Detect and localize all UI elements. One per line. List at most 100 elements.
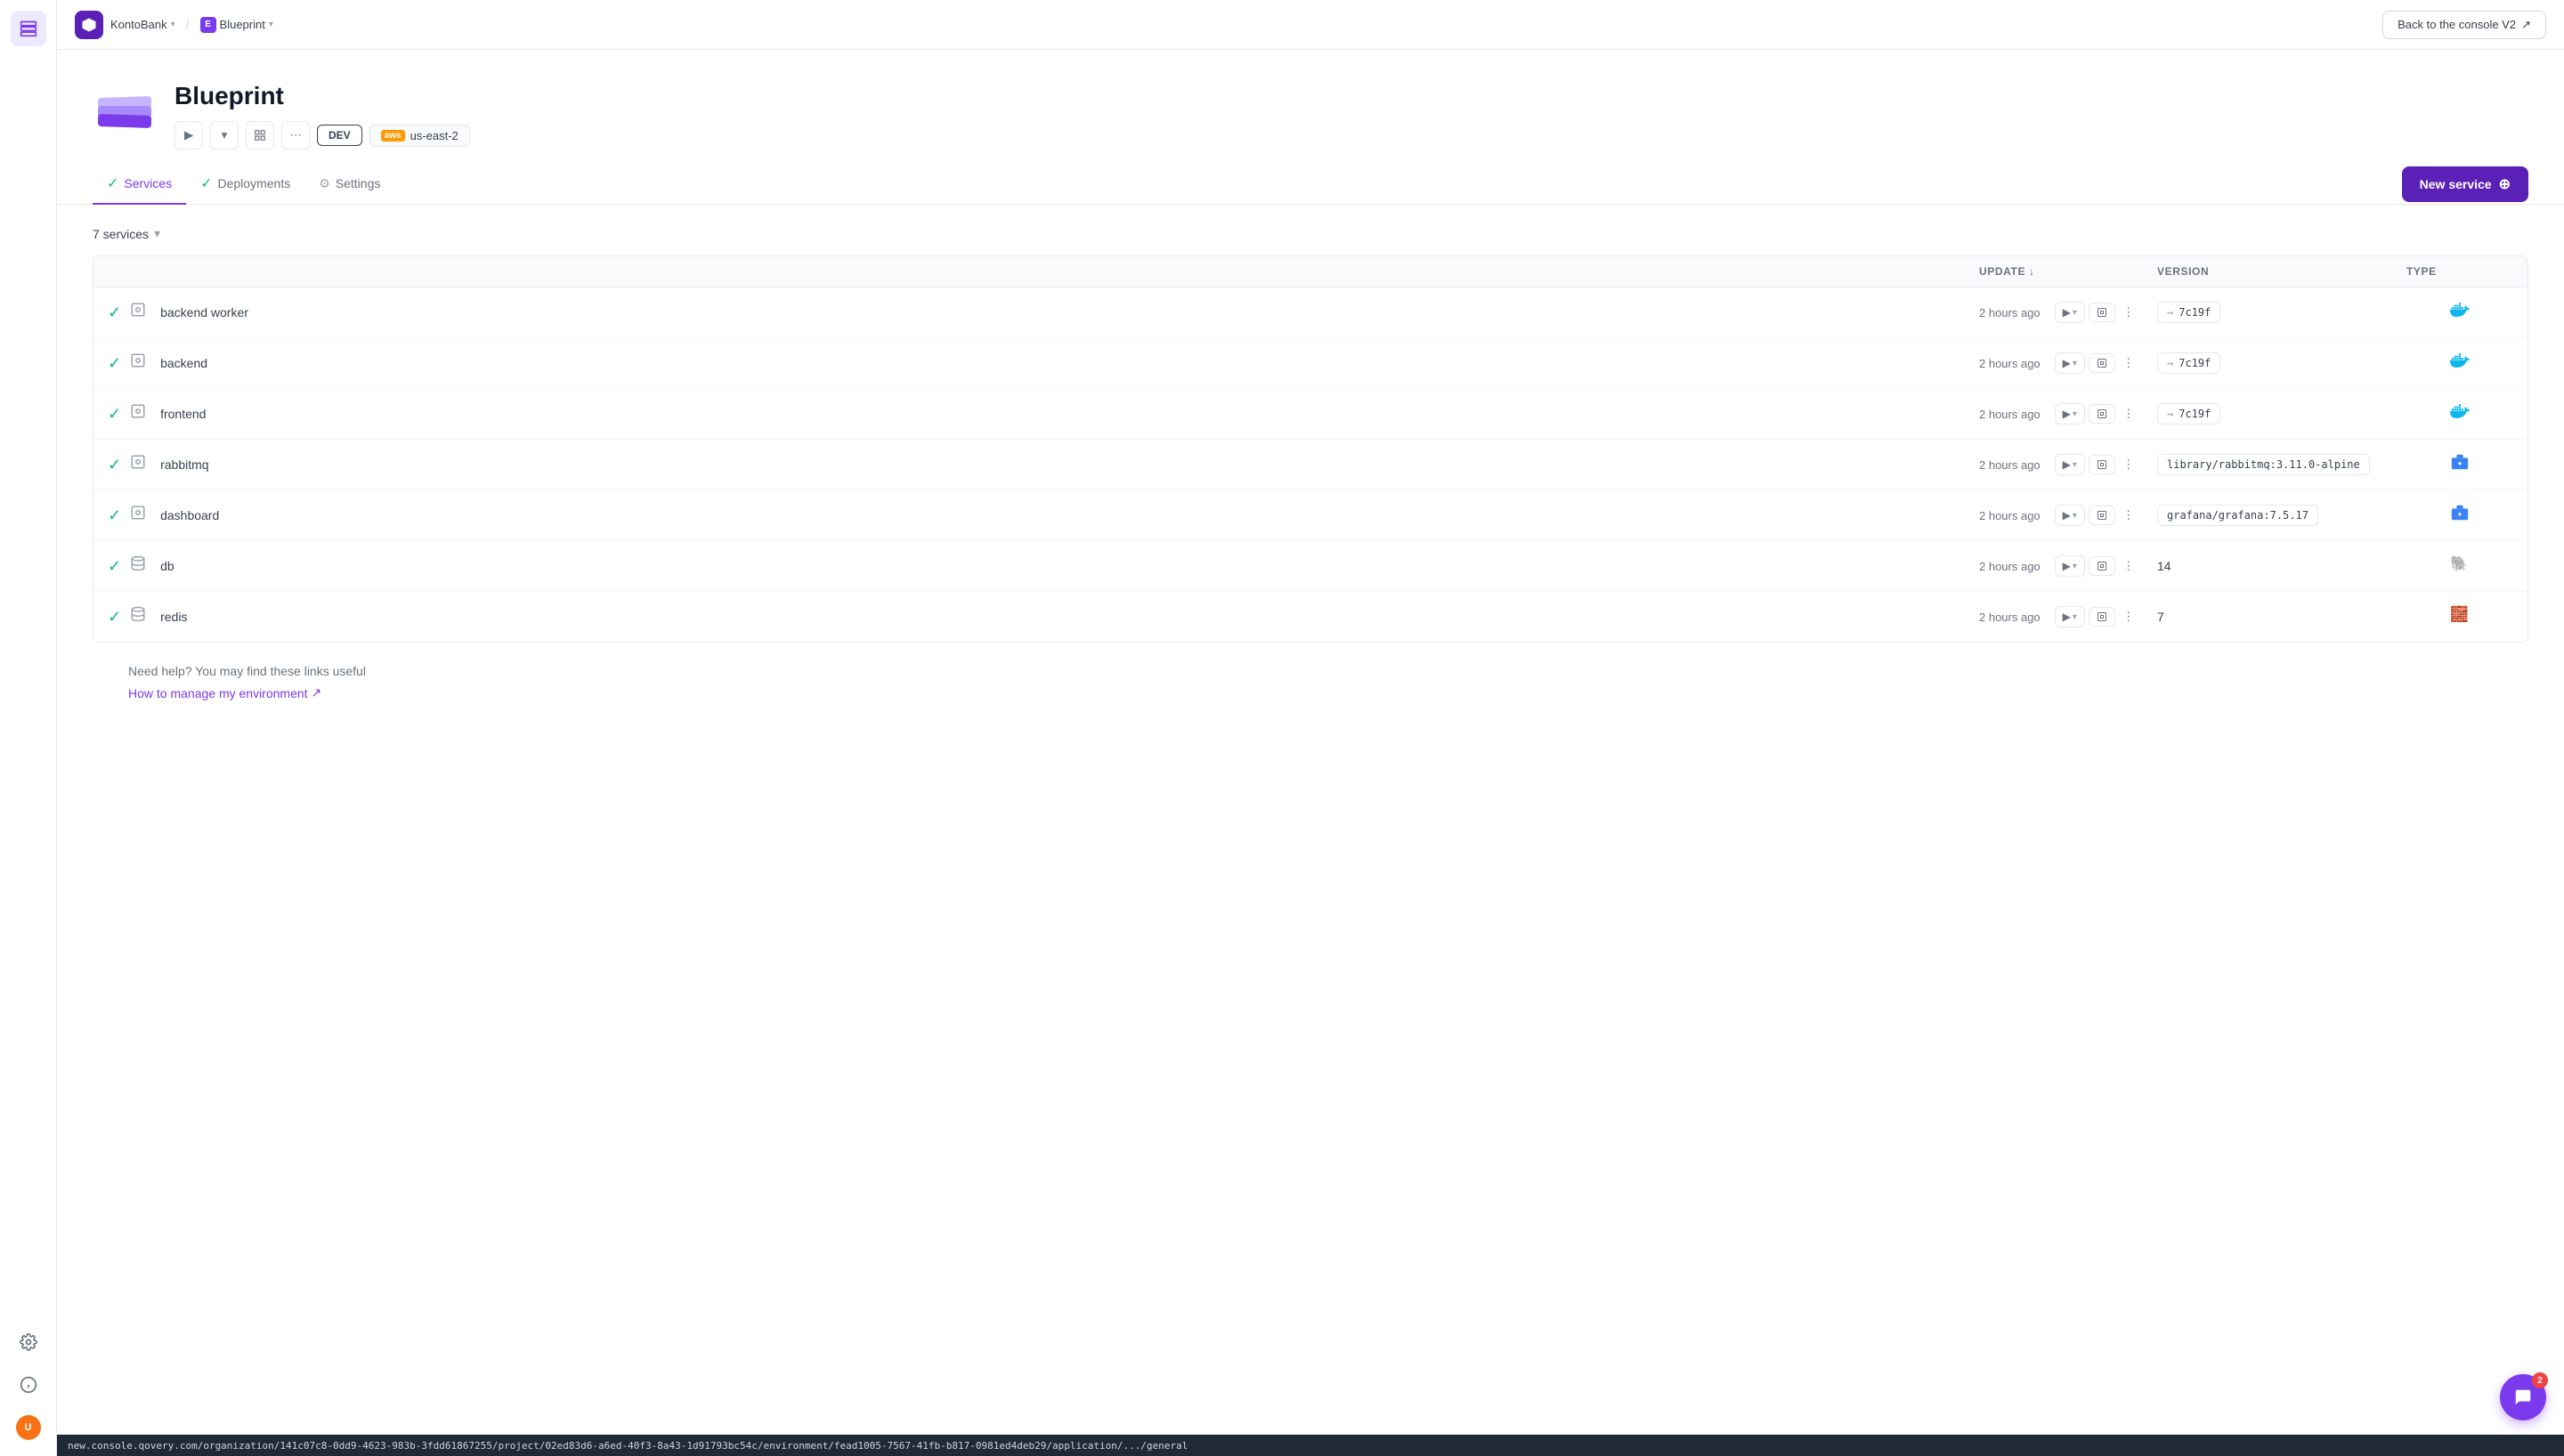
org-name: KontoBank [110, 18, 167, 31]
run-button[interactable]: ▶ ▾ [2055, 454, 2085, 475]
status-bar: new.console.qovery.com/organization/141c… [57, 1435, 2564, 1456]
table-row: ✓ frontend 2 hours ago ▶ ▾ ⋮ ⇝7c19f [93, 389, 2527, 440]
table-row: ✓ rabbitmq 2 hours ago ▶ ▾ ⋮ library/rab… [93, 440, 2527, 490]
version-cell: 7 [2157, 610, 2406, 624]
version-cell: ⇝7c19f [2157, 302, 2406, 323]
more-options-row-button[interactable]: ⋮ [2119, 352, 2138, 374]
project-controls: ▶ ▾ ⋯ DEV aws us-east-2 [174, 121, 470, 150]
run-button[interactable]: ▶ ▾ [2055, 555, 2085, 577]
env-breadcrumb[interactable]: E Blueprint ▾ [200, 17, 273, 33]
version-number: 14 [2157, 559, 2171, 573]
more-options-button[interactable]: ⋯ [281, 121, 310, 150]
env-tag: DEV [317, 125, 362, 146]
more-options-row-button[interactable]: ⋮ [2119, 606, 2138, 627]
status-url: new.console.qovery.com/organization/141c… [68, 1440, 1188, 1452]
external-link-icon: ↗ [2521, 18, 2531, 32]
version-cell: library/rabbitmq:3.11.0-alpine [2157, 454, 2406, 475]
action-buttons: ▶ ▾ ⋮ [2055, 454, 2138, 475]
tab-services[interactable]: ✓ Services [93, 164, 186, 205]
more-options-row-button[interactable]: ⋮ [2119, 403, 2138, 425]
back-to-console-button[interactable]: Back to the console V2 ↗ [2382, 11, 2546, 39]
app-logo[interactable] [75, 11, 103, 39]
sidebar-item-services[interactable] [11, 11, 46, 46]
chat-button[interactable]: 2 [2500, 1374, 2546, 1420]
service-type-badge [2450, 452, 2470, 477]
tab-deployments-label: Deployments [218, 176, 291, 190]
deploy-button[interactable] [2089, 404, 2115, 424]
region-tag: aws us-east-2 [369, 125, 470, 147]
header-version: Version [2157, 265, 2406, 278]
service-type-badge [2450, 503, 2470, 528]
list-view-button[interactable] [246, 121, 274, 150]
update-time: 2 hours ago [1979, 306, 2041, 320]
svg-text:🧱: 🧱 [2450, 606, 2469, 623]
deploy-button[interactable] [2089, 607, 2115, 627]
svg-text:🐘: 🐘 [2450, 555, 2469, 572]
layer-3 [98, 114, 151, 128]
deploy-button[interactable] [2089, 455, 2115, 474]
help-text: Need help? You may find these links usef… [128, 664, 2493, 678]
table-header-row: Update ↓ Version Type [93, 256, 2527, 287]
service-name-cell: ✓ redis [108, 606, 1979, 627]
update-cell: 2 hours ago ▶ ▾ ⋮ [1979, 555, 2157, 577]
service-type-icon [130, 352, 151, 374]
status-icon: ✓ [108, 456, 121, 474]
app-wrapper: U KontoBank ▾ / E Blueprint ▾ Back to th… [0, 0, 2564, 1456]
tab-deployments[interactable]: ✓ Deployments [186, 164, 304, 205]
play-button[interactable]: ▶ [174, 121, 203, 150]
more-options-row-button[interactable]: ⋮ [2119, 505, 2138, 526]
version-badge: ⇝7c19f [2157, 352, 2220, 374]
service-name[interactable]: redis [160, 610, 187, 624]
update-time: 2 hours ago [1979, 458, 2041, 472]
update-cell: 2 hours ago ▶ ▾ ⋮ [1979, 352, 2157, 374]
service-name[interactable]: dashboard [160, 508, 219, 522]
deploy-button[interactable] [2089, 353, 2115, 373]
action-buttons: ▶ ▾ ⋮ [2055, 403, 2138, 425]
services-count[interactable]: 7 services ▾ [93, 226, 160, 241]
project-title-row: Blueprint ▶ ▾ ⋯ DEV aws us-east-2 [93, 78, 2528, 150]
update-time: 2 hours ago [1979, 611, 2041, 624]
new-service-button[interactable]: New service ⊕ [2402, 166, 2528, 202]
type-cell [2406, 452, 2513, 477]
new-service-label: New service [2420, 177, 2492, 191]
service-name[interactable]: backend [160, 356, 207, 370]
service-name[interactable]: rabbitmq [160, 457, 208, 472]
services-count-label: 7 services [93, 227, 149, 241]
deploy-button[interactable] [2089, 506, 2115, 525]
run-button[interactable]: ▶ ▾ [2055, 606, 2085, 627]
header-type: Type [2406, 265, 2513, 278]
action-buttons: ▶ ▾ ⋮ [2055, 352, 2138, 374]
type-cell: 🧱 [2406, 604, 2513, 629]
more-options-row-button[interactable]: ⋮ [2119, 302, 2138, 323]
help-link[interactable]: How to manage my environment ↗ [128, 685, 2493, 700]
deploy-button[interactable] [2089, 303, 2115, 322]
external-link-icon: ↗ [312, 685, 322, 700]
sidebar-item-info[interactable] [11, 1367, 46, 1403]
version-badge: ⇝7c19f [2157, 302, 2220, 323]
region-label: us-east-2 [410, 129, 458, 142]
sidebar-item-user[interactable]: U [11, 1410, 46, 1445]
service-name-cell: ✓ dashboard [108, 505, 1979, 526]
type-cell [2406, 300, 2513, 325]
deploy-button[interactable] [2089, 556, 2115, 576]
service-name[interactable]: frontend [160, 407, 206, 421]
status-icon: ✓ [108, 405, 121, 424]
run-button[interactable]: ▶ ▾ [2055, 403, 2085, 425]
deployments-check-icon: ✓ [200, 174, 212, 192]
count-chevron-icon: ▾ [154, 226, 160, 241]
more-options-row-button[interactable]: ⋮ [2119, 454, 2138, 475]
service-name[interactable]: backend worker [160, 305, 248, 320]
sidebar-item-settings[interactable] [11, 1324, 46, 1360]
action-buttons: ▶ ▾ ⋮ [2055, 302, 2138, 323]
org-breadcrumb[interactable]: KontoBank ▾ [110, 18, 175, 31]
run-button[interactable]: ▶ ▾ [2055, 505, 2085, 526]
more-options-row-button[interactable]: ⋮ [2119, 555, 2138, 577]
env-chevron-icon: ▾ [269, 20, 273, 29]
table-body: ✓ backend worker 2 hours ago ▶ ▾ ⋮ ⇝7c19… [93, 287, 2527, 642]
play-dropdown-button[interactable]: ▾ [210, 121, 239, 150]
version-cell: grafana/grafana:7.5.17 [2157, 505, 2406, 526]
run-button[interactable]: ▶ ▾ [2055, 352, 2085, 374]
tab-settings[interactable]: ⚙ Settings [304, 166, 394, 204]
service-name[interactable]: db [160, 559, 174, 573]
run-button[interactable]: ▶ ▾ [2055, 302, 2085, 323]
